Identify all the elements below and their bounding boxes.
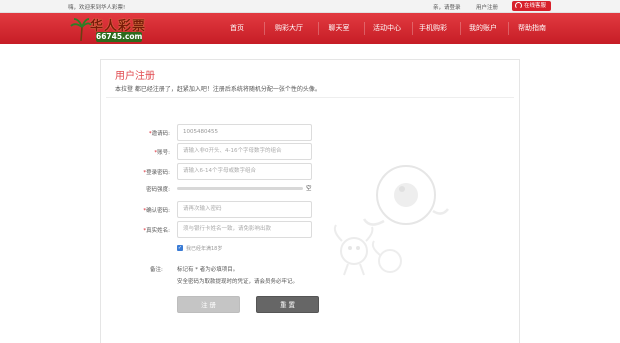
password-strength-value: 空 <box>306 186 312 192</box>
title-divider <box>106 97 514 98</box>
password-strength-bar <box>177 187 303 190</box>
nav-separator <box>460 22 461 35</box>
age-checkbox[interactable]: ✓ <box>177 245 183 251</box>
account-input[interactable]: 请输入非0开头、4-16个字母数字的组合 <box>177 143 312 160</box>
nav-my-account[interactable]: 我的账户 <box>462 13 504 44</box>
online-service-button[interactable]: 在线客服 <box>512 1 551 11</box>
register-button[interactable]: 注 册 <box>177 296 240 313</box>
confirm-password-input[interactable]: 请再次输入密码 <box>177 201 312 218</box>
page-intro: 本拉登 都已经注册了，赶紧加入吧！注册后系统将随机分配一张个性的头像。 <box>115 86 321 93</box>
nav-home[interactable]: 首页 <box>218 13 256 44</box>
reset-button[interactable]: 重 置 <box>256 296 319 313</box>
real-name-input[interactable]: 须与银行卡姓名一致，请免影响出款 <box>177 221 312 238</box>
online-service-label: 在线客服 <box>524 3 547 9</box>
nav-chat-room[interactable]: 聊天室 <box>318 13 360 44</box>
nav-separator <box>264 22 265 35</box>
nav-activity-center[interactable]: 活动中心 <box>364 13 410 44</box>
password-label: *登录密码: <box>143 170 170 176</box>
realname-label: *真实姓名: <box>143 228 170 234</box>
top-bar: 嗨，欢迎来到华人彩票! 亲，请登录 用户注册 在线客服 <box>0 0 620 13</box>
note-label: 备注: <box>150 267 163 273</box>
confirm-label: *确认密码: <box>143 208 170 214</box>
nav-mobile-lottery[interactable]: 手机购彩 <box>412 13 454 44</box>
welcome-text: 嗨，欢迎来到华人彩票! <box>68 5 126 11</box>
headset-icon <box>515 2 522 9</box>
invite-label: *邀请码: <box>148 131 170 137</box>
note-security: 安全密码为取款提现时的凭证，请会员务必牢记。 <box>177 279 299 285</box>
nav-help-guide[interactable]: 帮助指南 <box>510 13 554 44</box>
logo[interactable]: 华人彩票 66745.com <box>68 15 150 43</box>
ball-mascot-illustration <box>333 165 449 276</box>
login-link[interactable]: 亲，请登录 <box>433 3 461 11</box>
nav-lottery-hall[interactable]: 购彩大厅 <box>266 13 312 44</box>
register-link[interactable]: 用户注册 <box>476 3 498 11</box>
age-checkbox-label: 我已经年满18岁 <box>186 246 223 252</box>
password-input[interactable]: 请输入6-14个字母或数字组合 <box>177 163 312 180</box>
palm-tree-icon <box>70 18 92 41</box>
page-title: 用户注册 <box>115 71 155 82</box>
logo-domain: 66745.com <box>96 32 143 42</box>
nav-separator <box>508 22 509 35</box>
invite-code-input[interactable]: 1005480455 <box>177 124 312 141</box>
strength-label: 密码强度: <box>146 187 170 193</box>
note-required: 标记有 * 者为必填项目。 <box>177 267 239 273</box>
account-label: *账号: <box>154 150 170 156</box>
